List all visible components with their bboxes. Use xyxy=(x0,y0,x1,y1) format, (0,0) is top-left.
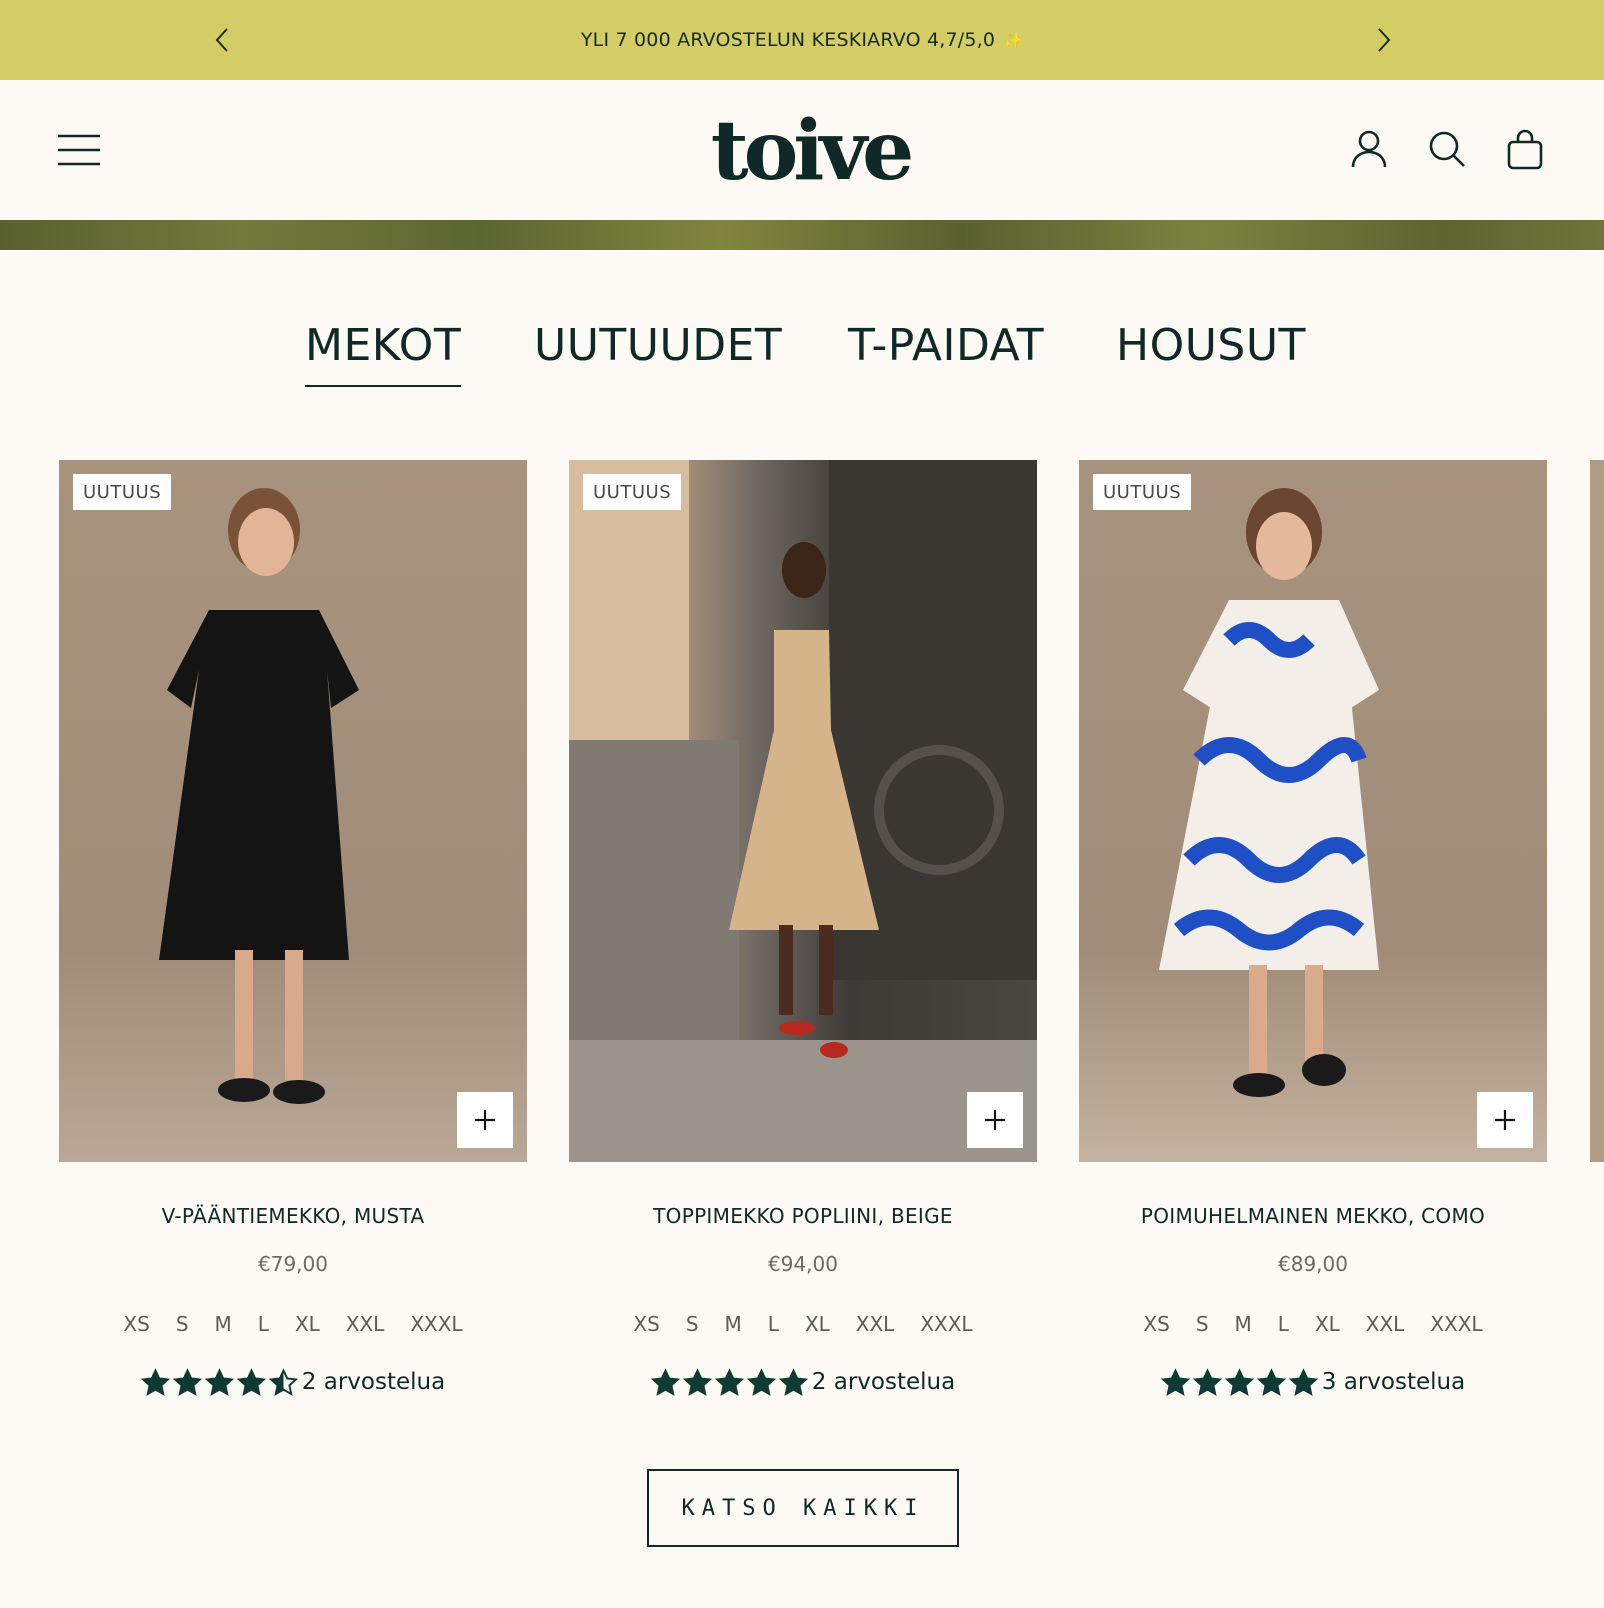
sparkle-icon: ✨ xyxy=(1003,30,1024,50)
star-icon xyxy=(778,1368,808,1396)
product-card[interactable]: UUTUUS TOPPIMEKKO POPLIINI, BEIGE €94,00… xyxy=(569,460,1037,1420)
hamburger-icon xyxy=(58,134,100,166)
star-icon xyxy=(236,1368,266,1396)
size-option[interactable]: XXXL xyxy=(920,1312,972,1336)
shopping-bag-icon xyxy=(1507,129,1543,170)
product-name[interactable]: V-PÄÄNTIEMEKKO, MUSTA xyxy=(59,1204,527,1228)
cart-button[interactable] xyxy=(1502,126,1548,172)
search-button[interactable] xyxy=(1424,126,1470,172)
chevron-left-icon xyxy=(215,28,228,52)
site-logo[interactable]: toive xyxy=(690,103,930,199)
size-list: XS S M L XL XXL XXXL xyxy=(569,1312,1037,1336)
size-option[interactable]: S xyxy=(1196,1312,1209,1336)
next-product-peek[interactable] xyxy=(1590,460,1604,1162)
product-rating[interactable]: 3 arvostelua xyxy=(1079,1368,1547,1396)
size-option[interactable]: M xyxy=(215,1312,232,1336)
plus-icon xyxy=(985,1110,1005,1130)
size-option[interactable]: XS xyxy=(1143,1312,1169,1336)
star-icon xyxy=(1224,1368,1254,1396)
category-tabs: MEKOT UUTUUDET T-PAIDAT HOUSUT xyxy=(0,320,1604,400)
review-count: 2 arvostelua xyxy=(301,1369,446,1395)
star-icon xyxy=(1160,1368,1190,1396)
star-icon xyxy=(1192,1368,1222,1396)
size-option[interactable]: XXL xyxy=(346,1312,385,1336)
size-option[interactable]: L xyxy=(1278,1312,1289,1336)
star-rating xyxy=(650,1368,808,1396)
review-count: 2 arvostelua xyxy=(811,1369,956,1395)
new-badge: UUTUUS xyxy=(73,474,172,510)
site-header: toive xyxy=(0,80,1604,220)
size-option[interactable]: L xyxy=(768,1312,779,1336)
size-option[interactable]: XL xyxy=(805,1312,830,1336)
quick-add-button[interactable] xyxy=(457,1092,513,1148)
user-icon xyxy=(1351,130,1387,168)
product-photo xyxy=(1159,488,1379,1097)
product-image[interactable]: UUTUUS xyxy=(1079,460,1547,1162)
star-icon xyxy=(682,1368,712,1396)
size-option[interactable]: XL xyxy=(1315,1312,1340,1336)
star-icon xyxy=(650,1368,680,1396)
star-rating xyxy=(1160,1368,1318,1396)
size-option[interactable]: XS xyxy=(633,1312,659,1336)
star-icon xyxy=(204,1368,234,1396)
size-option[interactable]: XXL xyxy=(856,1312,895,1336)
size-option[interactable]: S xyxy=(686,1312,699,1336)
product-rating[interactable]: 2 arvostelua xyxy=(569,1368,1037,1396)
size-option[interactable]: XXXL xyxy=(1430,1312,1482,1336)
star-rating xyxy=(140,1368,298,1396)
new-badge: UUTUUS xyxy=(583,474,682,510)
size-list: XS S M L XL XXL XXXL xyxy=(59,1312,527,1336)
product-photo xyxy=(159,488,359,1104)
plus-icon xyxy=(475,1110,495,1130)
size-option[interactable]: XL xyxy=(295,1312,320,1336)
star-icon xyxy=(1256,1368,1286,1396)
size-option[interactable]: M xyxy=(1235,1312,1252,1336)
product-price: €89,00 xyxy=(1278,1252,1348,1276)
announcement-text: YLI 7 000 ARVOSTELUN KESKIARVO 4,7/5,0 xyxy=(580,29,996,51)
star-icon xyxy=(1288,1368,1318,1396)
announcement-next-button[interactable] xyxy=(1366,22,1402,58)
quick-add-button[interactable] xyxy=(967,1092,1023,1148)
menu-button[interactable] xyxy=(56,130,102,170)
star-icon xyxy=(172,1368,202,1396)
plus-icon xyxy=(1495,1110,1515,1130)
star-icon xyxy=(714,1368,744,1396)
star-icon xyxy=(268,1368,298,1396)
account-button[interactable] xyxy=(1346,126,1392,172)
star-icon xyxy=(140,1368,170,1396)
product-image[interactable]: UUTUUS xyxy=(59,460,527,1162)
size-option[interactable]: XXL xyxy=(1366,1312,1405,1336)
tab-housut[interactable]: HOUSUT xyxy=(1116,320,1306,385)
search-icon xyxy=(1429,131,1465,167)
size-option[interactable]: XXXL xyxy=(410,1312,462,1336)
product-card[interactable]: UUTUUS V-PÄÄNTIEMEKKO, MUSTA €79,00 XS S… xyxy=(59,460,527,1420)
size-option[interactable]: L xyxy=(258,1312,269,1336)
tab-mekot[interactable]: MEKOT xyxy=(305,320,462,387)
new-badge: UUTUUS xyxy=(1093,474,1192,510)
quick-add-button[interactable] xyxy=(1477,1092,1533,1148)
star-icon xyxy=(746,1368,776,1396)
product-price: €79,00 xyxy=(258,1252,328,1276)
product-name[interactable]: POIMUHELMAINEN MEKKO, COMO xyxy=(1079,1204,1547,1228)
hero-image-edge xyxy=(0,220,1604,250)
chevron-right-icon xyxy=(1378,28,1391,52)
tab-uutuudet[interactable]: UUTUUDET xyxy=(534,320,782,385)
product-rating[interactable]: 2 arvostelua xyxy=(59,1368,527,1396)
tab-t-paidat[interactable]: T-PAIDAT xyxy=(848,320,1044,385)
size-option[interactable]: S xyxy=(176,1312,189,1336)
product-price: €94,00 xyxy=(768,1252,838,1276)
announcement-bar: YLI 7 000 ARVOSTELUN KESKIARVO 4,7/5,0 ✨ xyxy=(0,0,1604,80)
product-image[interactable]: UUTUUS xyxy=(569,460,1037,1162)
product-photo xyxy=(569,460,1037,1162)
view-all-button[interactable]: KATSO KAIKKI xyxy=(647,1469,959,1547)
product-card[interactable]: UUTUUS POIMUHELMAINEN MEKKO, COMO €89,00… xyxy=(1079,460,1547,1420)
review-count: 3 arvostelua xyxy=(1321,1369,1466,1395)
size-option[interactable]: XS xyxy=(123,1312,149,1336)
size-option[interactable]: M xyxy=(725,1312,742,1336)
product-name[interactable]: TOPPIMEKKO POPLIINI, BEIGE xyxy=(569,1204,1037,1228)
size-list: XS S M L XL XXL XXXL xyxy=(1079,1312,1547,1336)
announcement-prev-button[interactable] xyxy=(204,22,240,58)
